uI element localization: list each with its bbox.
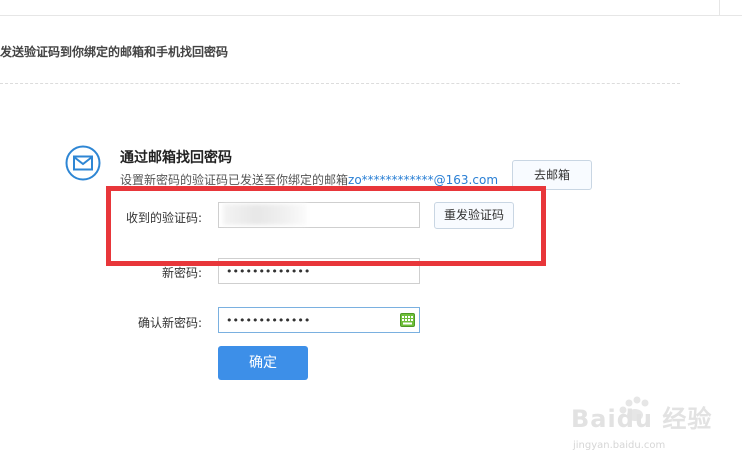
keyboard-icon[interactable] [400, 313, 415, 327]
envelope-icon [65, 145, 101, 181]
dashed-divider [0, 83, 680, 84]
bound-email: zo************@163.com [348, 173, 499, 187]
notice-text: 设置新密码的验证码已发送至你绑定的邮箱 [120, 173, 349, 187]
section-title: 通过邮箱找回密码 [120, 150, 232, 166]
email-sent-notice: 设置新密码的验证码已发送至你绑定的邮箱zo************@163.co… [120, 171, 498, 187]
submit-button[interactable]: 确定 [218, 346, 308, 380]
new-password-label: 新密码: [161, 266, 202, 280]
page-subtitle: 发送验证码到你绑定的邮箱和手机找回密码 [0, 45, 229, 59]
right-divider [719, 0, 720, 16]
confirm-password-input[interactable] [218, 307, 420, 333]
watermark-url: jingyan.baidu.com [573, 440, 666, 451]
highlight-annotation [106, 186, 546, 266]
watermark-brand: Baidu 经验 [571, 405, 713, 433]
top-divider [0, 15, 742, 16]
confirm-password-label: 确认新密码: [137, 316, 202, 330]
